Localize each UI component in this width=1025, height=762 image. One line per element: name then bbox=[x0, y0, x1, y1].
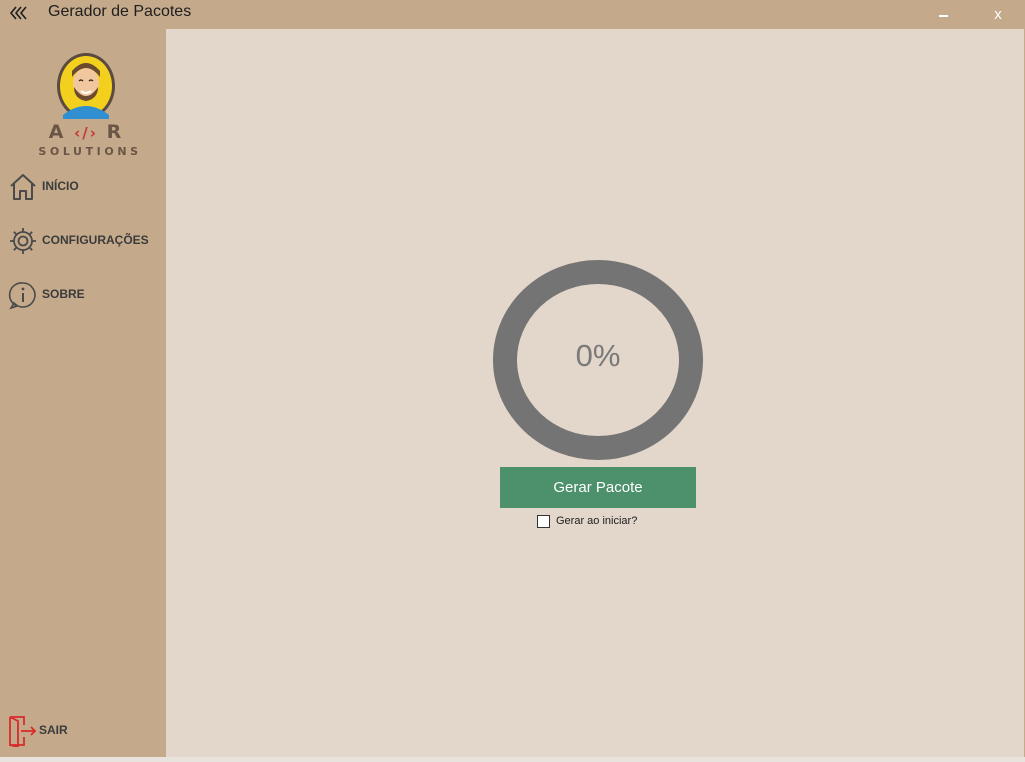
status-strip bbox=[0, 757, 1025, 762]
brand-letter-a: A bbox=[48, 121, 66, 143]
main-content: 0% Gerar Pacote Gerar ao iniciar? bbox=[166, 29, 1024, 758]
sidebar-item-label: SOBRE bbox=[42, 287, 85, 301]
minimize-button[interactable] bbox=[935, 5, 953, 25]
progress-percent: 0% bbox=[575, 338, 621, 373]
exit-icon bbox=[9, 716, 37, 747]
sidebar-item-sobre[interactable]: SOBRE bbox=[8, 278, 164, 312]
collapse-sidebar-button[interactable] bbox=[8, 4, 32, 24]
brand-name: A ‹/› R bbox=[28, 121, 144, 143]
brand-tagline: SOLUTIONS bbox=[38, 145, 142, 158]
logo: A ‹/› R SOLUTIONS bbox=[28, 53, 144, 163]
sidebar-item-inicio[interactable]: INÍCIO bbox=[8, 170, 164, 204]
brand-code-icon: ‹/› bbox=[74, 124, 98, 142]
auto-generate-label: Gerar ao iniciar? bbox=[556, 515, 638, 527]
title-bar: Gerador de Pacotes x bbox=[0, 0, 1025, 29]
close-button[interactable]: x bbox=[988, 5, 1008, 25]
auto-generate-checkbox[interactable] bbox=[537, 515, 550, 528]
info-icon bbox=[8, 282, 36, 310]
brand-letter-r: R bbox=[106, 121, 124, 143]
exit-button[interactable]: SAIR bbox=[8, 713, 164, 747]
generate-package-button[interactable]: Gerar Pacote bbox=[500, 467, 696, 508]
sidebar: A ‹/› R SOLUTIONS INÍCIO CONFIGURAÇÕES S… bbox=[0, 29, 166, 762]
sidebar-item-configuracoes[interactable]: CONFIGURAÇÕES bbox=[8, 224, 164, 258]
sidebar-item-label: CONFIGURAÇÕES bbox=[42, 233, 149, 247]
exit-label: SAIR bbox=[39, 723, 68, 737]
double-chevron-left-icon bbox=[9, 6, 27, 20]
window-title: Gerador de Pacotes bbox=[48, 3, 192, 20]
gear-icon bbox=[10, 228, 36, 254]
avatar-logo-icon bbox=[57, 53, 115, 119]
sidebar-item-label: INÍCIO bbox=[42, 179, 79, 193]
home-icon bbox=[10, 174, 36, 200]
